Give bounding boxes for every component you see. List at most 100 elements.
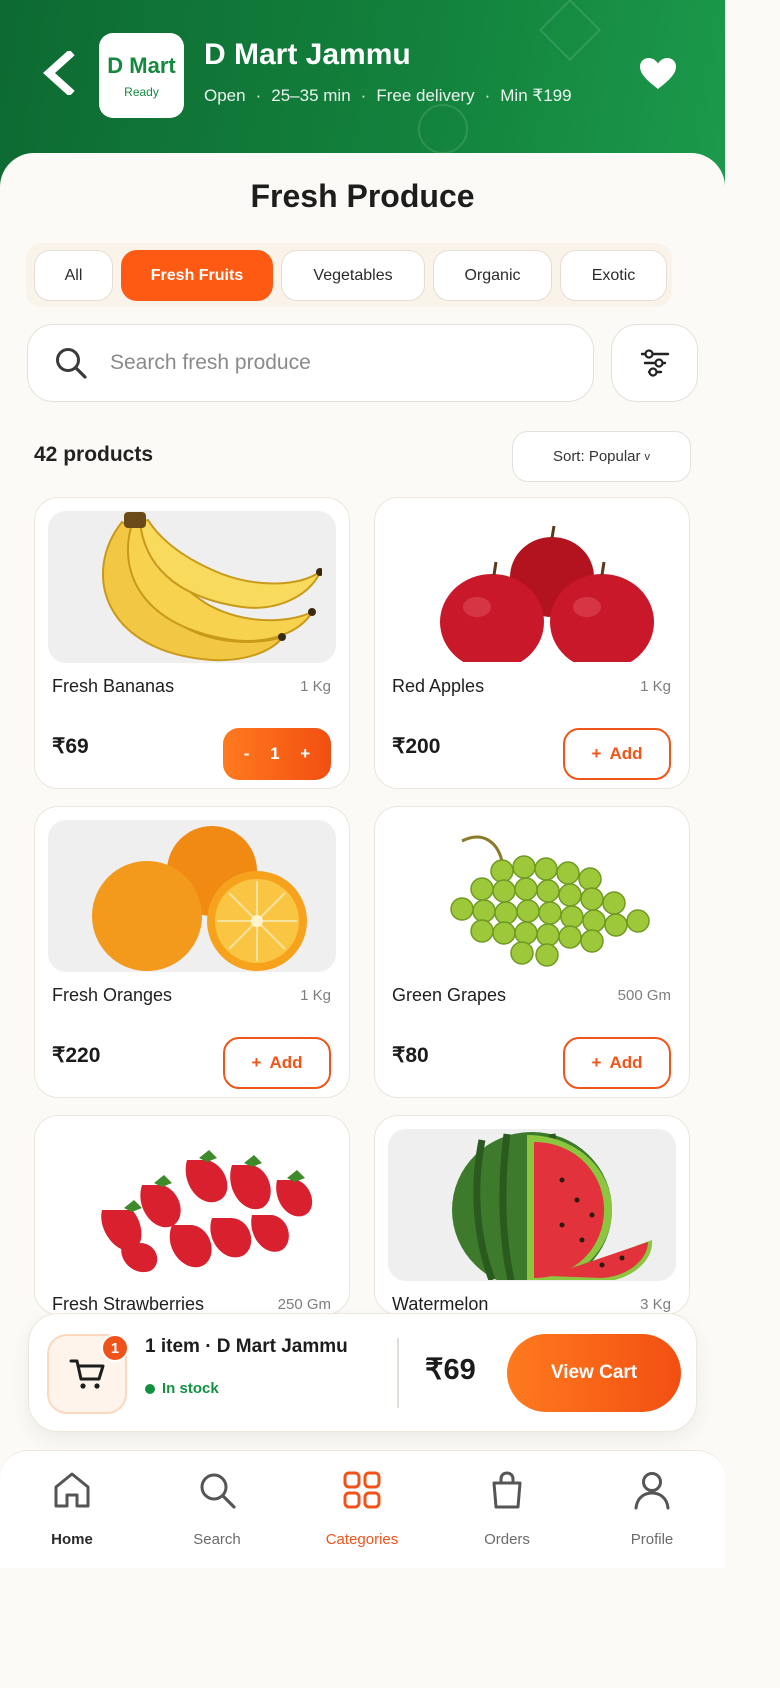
plus-icon: +	[591, 1053, 602, 1072]
add-label: Add	[269, 1053, 303, 1072]
user-icon	[634, 1472, 670, 1510]
cart-count-badge: 1	[101, 1334, 129, 1362]
product-count: 42 products	[34, 443, 154, 466]
sort-label: Sort: Popular	[552, 448, 641, 465]
stock-label: In stock	[162, 1380, 219, 1397]
chevron-left-icon	[43, 51, 75, 95]
apple-image	[388, 511, 676, 663]
nav-profile[interactable]: Profile	[597, 1451, 707, 1569]
page-title: Fresh Produce	[250, 178, 475, 214]
product-name: Green Grapes	[392, 985, 507, 1005]
product-unit: 250 Gm	[277, 1296, 331, 1313]
filter-icon	[640, 349, 669, 377]
product-unit: 1 Kg	[300, 678, 331, 695]
search-icon	[200, 1473, 236, 1509]
store-name: D Mart Jammu	[204, 38, 411, 71]
product-unit: 3 Kg	[640, 1296, 671, 1313]
nav-label: Categories	[325, 1531, 399, 1548]
product-card-bananas[interactable]: Fresh Bananas 1 Kg ₹69 - 1 +	[34, 497, 350, 789]
plus-icon: +	[251, 1053, 262, 1072]
cart-summary-bar: 1 1 item · D Mart Jammu In stock ₹69 Vie…	[28, 1313, 697, 1432]
cart-icon	[69, 1359, 105, 1389]
decrement-button[interactable]: -	[244, 744, 250, 764]
back-button[interactable]	[34, 48, 84, 98]
product-unit: 1 Kg	[640, 678, 671, 695]
delivery-time: 25–35 min	[271, 86, 351, 105]
product-card-oranges[interactable]: Fresh Oranges 1 Kg ₹220 + Add	[34, 806, 350, 1098]
plus-icon: +	[591, 744, 602, 763]
stock-status: In stock	[145, 1380, 219, 1397]
strawberry-image	[48, 1129, 336, 1281]
nav-label: Search	[193, 1531, 241, 1548]
banana-image	[48, 511, 336, 663]
product-name: Red Apples	[392, 676, 485, 696]
meta-separator: ·	[255, 86, 262, 105]
delivery-fee: Free delivery	[376, 86, 475, 105]
product-price: ₹69	[52, 735, 89, 758]
nav-categories[interactable]: Categories	[307, 1451, 417, 1569]
nav-home[interactable]: Home	[17, 1451, 127, 1569]
home-icon	[54, 1472, 90, 1508]
view-cart-button[interactable]: View Cart	[507, 1334, 681, 1412]
product-card-apples[interactable]: Red Apples 1 Kg ₹200 + Add	[374, 497, 690, 789]
product-name: Watermelon	[392, 1294, 489, 1314]
product-name: Fresh Oranges	[52, 985, 173, 1005]
search-bar	[27, 324, 594, 402]
search-icon	[56, 348, 87, 379]
min-order: Min ₹199	[500, 86, 572, 105]
product-price: ₹80	[392, 1044, 429, 1067]
increment-button[interactable]: +	[300, 744, 310, 764]
decorative-diamond	[538, 0, 602, 62]
chip-vegetables[interactable]: Vegetables	[281, 250, 425, 301]
nav-label: Profile	[630, 1531, 674, 1548]
chevron-down-icon: v	[644, 450, 651, 463]
product-card-grapes[interactable]: Green Grapes 500 Gm ₹80 + Add	[374, 806, 690, 1098]
nav-label: Home	[51, 1531, 93, 1548]
chip-organic[interactable]: Organic	[433, 250, 552, 301]
decorative-circle	[418, 104, 468, 154]
nav-search[interactable]: Search	[162, 1451, 272, 1569]
product-card-watermelon[interactable]: Watermelon 3 Kg	[374, 1115, 690, 1315]
store-logo: D Mart Ready	[99, 33, 184, 118]
add-to-cart-button[interactable]: + Add	[563, 1037, 671, 1089]
cart-title: 1 item · D Mart Jammu	[145, 1336, 348, 1357]
status-dot-icon	[145, 1383, 155, 1394]
add-to-cart-button[interactable]: + Add	[223, 1037, 331, 1089]
bottom-navigation: Home Search Categories Orders Profile	[0, 1450, 725, 1568]
add-label: Add	[609, 1053, 643, 1072]
filter-button[interactable]	[611, 324, 698, 402]
chip-all[interactable]: All	[34, 250, 113, 301]
nav-orders[interactable]: Orders	[452, 1451, 562, 1569]
meta-separator: ·	[484, 86, 491, 105]
logo-subtext: Ready	[124, 84, 159, 99]
orange-image	[48, 820, 336, 972]
store-status: Open	[204, 86, 246, 105]
bag-icon	[492, 1471, 522, 1509]
cart-total: ₹69	[425, 1354, 476, 1386]
add-to-cart-button[interactable]: + Add	[563, 728, 671, 780]
quantity-stepper: - 1 +	[223, 728, 331, 780]
chip-exotic[interactable]: Exotic	[560, 250, 667, 301]
meta-separator: ·	[360, 86, 367, 105]
logo-text: D Mart	[107, 52, 176, 78]
product-card-strawberries[interactable]: Fresh Strawberries 250 Gm	[34, 1115, 350, 1315]
store-meta: Open · 25–35 min · Free delivery · Min ₹…	[204, 86, 572, 106]
heart-icon	[640, 58, 676, 89]
add-label: Add	[609, 744, 643, 763]
sort-dropdown[interactable]: Sort: Popular v	[512, 431, 691, 482]
favorite-button[interactable]	[634, 52, 682, 96]
divider	[397, 1338, 399, 1408]
product-unit: 500 Gm	[617, 987, 671, 1004]
search-input[interactable]	[110, 351, 550, 375]
chip-fresh-fruits[interactable]: Fresh Fruits	[121, 250, 273, 301]
product-price: ₹200	[392, 735, 441, 758]
product-name: Fresh Strawberries	[52, 1294, 205, 1314]
grid-icon	[343, 1471, 381, 1509]
grapes-image	[388, 820, 676, 972]
nav-label: Orders	[484, 1531, 530, 1548]
product-price: ₹220	[52, 1044, 101, 1067]
product-name: Fresh Bananas	[52, 676, 175, 696]
product-unit: 1 Kg	[300, 987, 331, 1004]
quantity-value: 1	[270, 744, 280, 763]
watermelon-image	[388, 1129, 676, 1281]
